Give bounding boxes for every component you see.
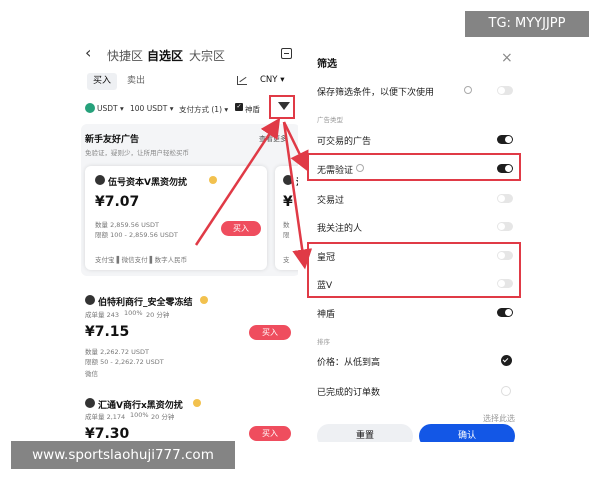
save-filter-label: 保存筛选条件，以便下次使用 <box>317 88 435 98</box>
info-icon[interactable] <box>464 86 472 94</box>
merchant-name[interactable]: 汇通V商行x黑资勿扰 <box>98 398 193 411</box>
ad-limit: 限额 50 - 2,262.72 USDT <box>85 358 164 366</box>
sort-price-asc[interactable]: 价格：从低到高 <box>317 355 380 368</box>
crown-bluev-highlight <box>307 242 521 298</box>
verified-badge <box>193 399 201 407</box>
payment-methods: 支 <box>283 256 290 264</box>
save-filter-toggle[interactable] <box>497 86 513 95</box>
order-count: 成单量 2,174 <box>85 413 126 421</box>
checkmark-icon <box>501 355 512 366</box>
shield-label: 神盾 <box>317 310 336 320</box>
back-icon[interactable]: ‹ <box>85 43 91 62</box>
order-count: 成单量 243 <box>85 311 119 319</box>
verified-badge <box>200 296 208 304</box>
close-icon[interactable]: × <box>501 50 513 66</box>
merchant-avatar <box>85 295 95 305</box>
following-toggle[interactable] <box>497 222 513 231</box>
sort-completed-orders[interactable]: 已完成的订单数 <box>317 385 380 398</box>
coin-filter[interactable]: USDT ▾ <box>97 104 124 113</box>
bottom-watermark: www.sportslaohuji777.com <box>11 441 235 469</box>
ad-price: ¥7.30 <box>85 426 130 442</box>
radio-icon[interactable] <box>501 386 511 396</box>
ad-limit: 限额 100 - 2,859.56 USDT <box>95 231 178 239</box>
section-sort: 排序 <box>317 338 330 346</box>
top-navigation: ‹ 快捷区 自选区 大宗区 <box>79 38 298 70</box>
tab-bulk[interactable]: 大宗区 <box>189 47 225 64</box>
buy-button[interactable]: 买入 <box>249 325 291 340</box>
payment-methods: 支付宝 ▌微信支付 ▌数字人民币 <box>95 256 188 264</box>
filter-title: 筛选 <box>317 59 337 70</box>
buy-sell-row: 买入 卖出 CNY ▾ <box>79 70 298 92</box>
promo-more-link[interactable]: 查看更多 <box>259 134 287 144</box>
confirm-button[interactable]: 确认 <box>419 424 515 442</box>
ad-price: ¥7.15 <box>85 324 130 340</box>
buy-button[interactable]: 买入 <box>249 426 291 441</box>
ad-price: ¥7.07 <box>95 194 140 210</box>
tradable-ads-label: 可交易的广告 <box>317 137 372 147</box>
merchant-name: 汇 <box>296 175 298 188</box>
promo-subtitle: 免验证，疑则少，让所用户轻松买币 <box>85 149 189 157</box>
filter-panel: 筛选 × 保存筛选条件，以便下次使用 广告类型 可交易的广告 无需验证 交易过 … <box>305 38 524 442</box>
promo-title: 新手友好广告 <box>85 135 140 145</box>
filter-icon-highlight <box>269 95 295 119</box>
traded-before-label: 交易过 <box>317 196 345 206</box>
following-label: 我关注的人 <box>317 224 363 234</box>
left-screenshot: ‹ 快捷区 自选区 大宗区 买入 卖出 CNY ▾ USDT ▾ 100 USD… <box>79 38 298 442</box>
amount-filter[interactable]: 100 USDT ▾ <box>130 104 173 113</box>
buy-tab[interactable]: 买入 <box>87 73 118 90</box>
featured-ad-card[interactable]: 伍号资本V黑资勿扰 ¥7.07 数量 2,859.56 USDT 限额 100 … <box>85 166 267 270</box>
merchant-avatar <box>85 398 95 408</box>
top-watermark: TG: MYYJJPP <box>465 11 589 37</box>
second-ad-card[interactable]: 汇 ¥ 数 限 支 <box>275 166 298 270</box>
completion-rate: 100% <box>130 411 149 419</box>
merchant-avatar <box>283 175 293 185</box>
currency-select[interactable]: CNY ▾ <box>260 75 284 85</box>
tradable-ads-toggle[interactable] <box>497 135 513 144</box>
traded-before-toggle[interactable] <box>497 194 513 203</box>
ad-limit: 限 <box>283 231 290 239</box>
payment-filter[interactable]: 支付方式 (1) ▾ <box>179 104 231 115</box>
release-time: 20 分钟 <box>146 311 170 319</box>
shield-checkbox[interactable]: ✓ <box>235 103 243 111</box>
ad-price: ¥ <box>283 194 293 210</box>
ad-quantity: 数量 2,859.56 USDT <box>95 221 159 229</box>
merchant-name[interactable]: 伍号资本V黑资勿扰 <box>108 175 208 188</box>
release-time: 20 分钟 <box>151 413 175 421</box>
filter-row: USDT ▾ 100 USDT ▾ 支付方式 (1) ▾ ✓ 神盾 <box>79 98 298 120</box>
shield-label: 神盾 <box>245 105 260 114</box>
reset-button[interactable]: 重置 <box>317 424 413 442</box>
no-verification-highlight <box>307 153 521 181</box>
merchant-avatar <box>95 175 105 185</box>
chart-icon[interactable] <box>237 76 247 85</box>
tab-selected[interactable]: 自选区 <box>147 47 183 64</box>
usdt-icon <box>85 103 95 113</box>
tab-quick[interactable]: 快捷区 <box>107 47 143 64</box>
ad-quantity: 数量 2,262.72 USDT <box>85 348 149 356</box>
ad-quantity: 数 <box>283 221 290 229</box>
verified-badge <box>209 176 217 184</box>
payment-method: 微信 <box>85 370 98 378</box>
shield-toggle[interactable] <box>497 308 513 317</box>
sell-tab[interactable]: 卖出 <box>121 73 151 90</box>
buy-button[interactable]: 买入 <box>221 221 261 236</box>
scan-icon[interactable] <box>281 48 292 59</box>
section-ad-type: 广告类型 <box>317 116 343 124</box>
overlay-text: 选择此选 <box>483 414 515 423</box>
merchant-name[interactable]: 伯特利商行_安全零冻结 <box>98 295 198 308</box>
completion-rate: 100% <box>124 309 143 317</box>
